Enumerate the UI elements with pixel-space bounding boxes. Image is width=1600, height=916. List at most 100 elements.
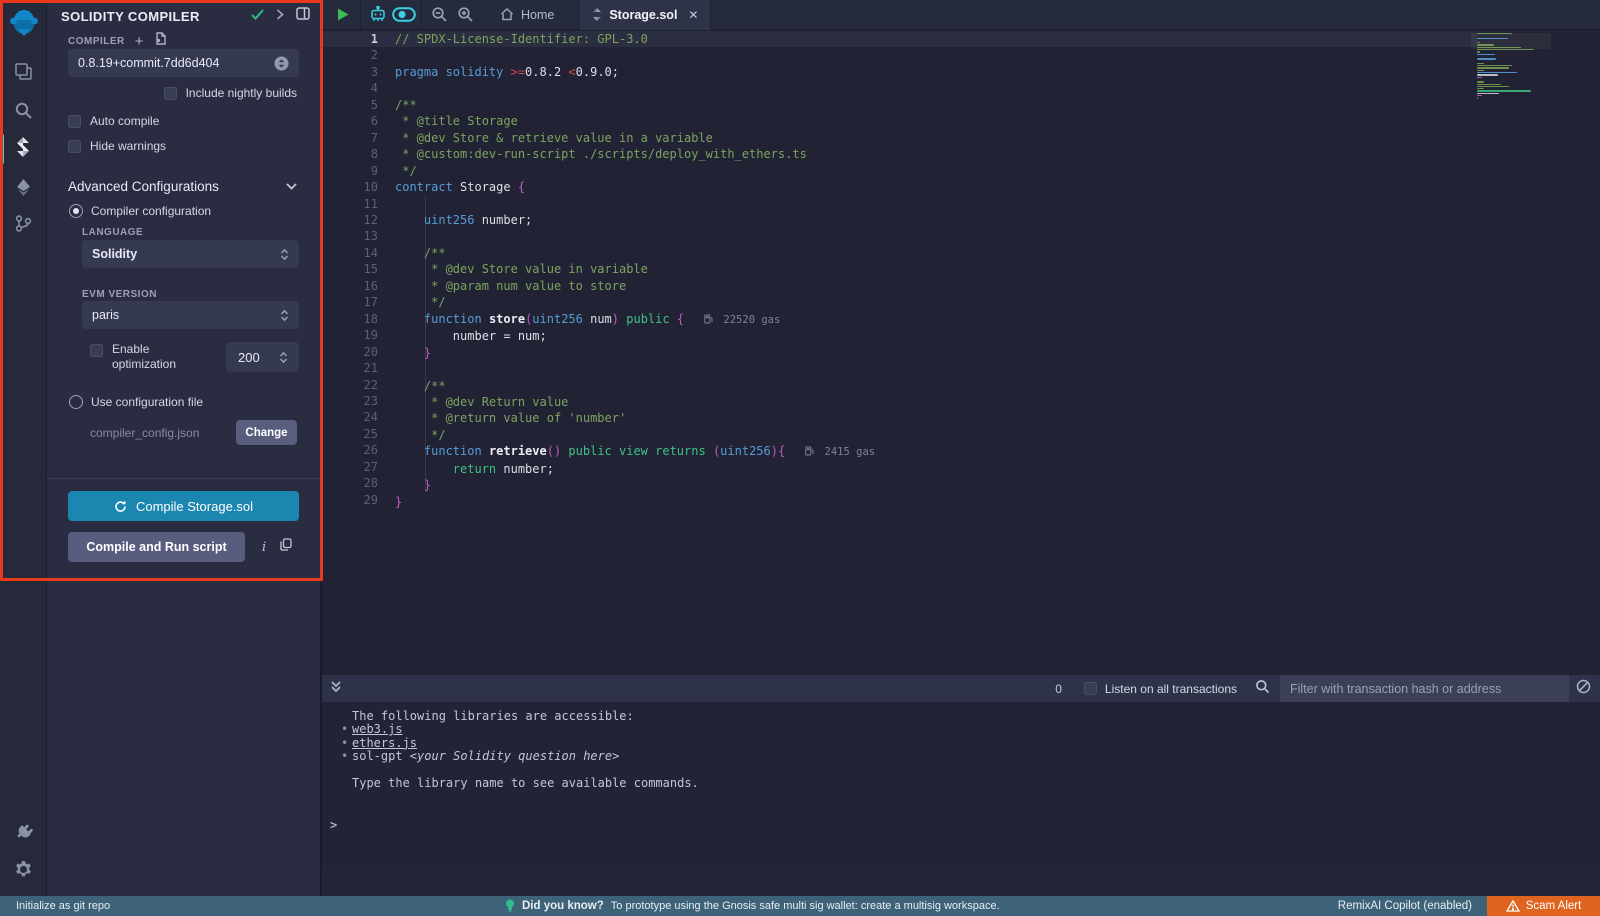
close-tab-icon[interactable]: ✕ — [688, 8, 698, 22]
minimap-line — [1477, 90, 1531, 91]
config-file-name: compiler_config.json — [90, 426, 236, 440]
copy-icon[interactable] — [280, 538, 292, 556]
terminal-line — [341, 764, 699, 777]
compiler-version-select[interactable]: 0.8.19+commit.7dd6d404 — [68, 49, 299, 77]
code-line: * @dev Store value in variable — [395, 261, 875, 277]
ai-copilot-robot-icon[interactable] — [365, 0, 391, 30]
solidity-compiler-icon[interactable] — [12, 136, 34, 158]
git-icon[interactable] — [12, 212, 34, 234]
minimap-line — [1477, 74, 1498, 75]
collapse-terminal-icon[interactable] — [330, 680, 342, 698]
code-editor[interactable]: 1234567891011121314151617181920212223242… — [322, 30, 1600, 705]
pin-panel-chevron-icon[interactable] — [276, 7, 284, 25]
use-config-file-radio[interactable] — [69, 395, 83, 409]
terminal-prompt[interactable]: > — [330, 818, 337, 832]
line-number: 4 — [322, 80, 378, 96]
remix-logo-icon[interactable] — [7, 6, 41, 40]
transaction-filter-input[interactable] — [1280, 675, 1569, 702]
warning-triangle-icon — [1506, 900, 1520, 912]
remix-ide-window: SOLIDITY COMPILER COMPILER + — [0, 0, 1600, 916]
run-script-play-button[interactable] — [330, 0, 356, 30]
code-line: * @return value of 'number' — [395, 410, 875, 426]
code-line: contract Storage { — [395, 179, 875, 195]
change-config-button[interactable]: Change — [236, 420, 297, 445]
git-init-status[interactable]: Initialize as git repo — [16, 896, 110, 916]
deploy-and-run-icon[interactable] — [12, 176, 34, 198]
split-view-icon[interactable] — [296, 7, 310, 25]
compiler-configuration-label: Compiler configuration — [91, 204, 211, 218]
code-line — [395, 361, 875, 377]
tab-home-label: Home — [521, 8, 554, 22]
line-number: 20 — [322, 344, 378, 360]
auto-compile-checkbox[interactable] — [68, 115, 81, 128]
scam-alert-button[interactable]: Scam Alert — [1487, 896, 1600, 916]
terminal-output: The following libraries are accessible:•… — [341, 710, 699, 790]
line-number: 11 — [322, 196, 378, 212]
scam-alert-label: Scam Alert — [1526, 900, 1582, 912]
icon-rail — [0, 0, 47, 896]
compiler-configuration-radio[interactable] — [69, 204, 83, 218]
copilot-status[interactable]: RemixAI Copilot (enabled) — [1338, 896, 1472, 916]
language-label: LANGUAGE — [82, 227, 143, 238]
line-number: 23 — [322, 393, 378, 409]
terminal-search-icon[interactable] — [1255, 679, 1270, 699]
indent — [341, 777, 352, 790]
code-line: } — [395, 494, 875, 510]
open-compiler-file-icon[interactable] — [154, 32, 167, 50]
include-nightly-checkbox[interactable] — [164, 87, 177, 100]
language-select[interactable]: Solidity — [82, 240, 299, 268]
minimap-line — [1477, 54, 1495, 55]
refresh-icon — [114, 500, 127, 513]
code-line — [395, 196, 875, 212]
listen-all-transactions-checkbox[interactable] — [1084, 682, 1097, 695]
select-chevrons-icon — [280, 309, 289, 322]
settings-gear-icon[interactable] — [12, 858, 34, 880]
minimap-line — [1477, 67, 1509, 68]
code-line — [395, 228, 875, 244]
code-line: * @custom:dev-run-script ./scripts/deplo… — [395, 146, 875, 162]
terminal[interactable]: The following libraries are accessible:•… — [322, 702, 1600, 866]
evm-version-select[interactable]: paris — [82, 301, 299, 329]
line-number: 1 — [322, 31, 378, 47]
toolbar-separator — [360, 0, 361, 30]
terminal-link[interactable]: web3.js — [352, 722, 403, 736]
advanced-configurations-toggle[interactable]: Advanced Configurations — [68, 179, 297, 194]
line-number: 6 — [322, 113, 378, 129]
plugin-manager-icon[interactable] — [12, 820, 34, 842]
minimap-line — [1477, 65, 1512, 66]
file-explorer-icon[interactable] — [12, 60, 34, 82]
line-number: 15 — [322, 261, 378, 277]
zoom-out-icon[interactable] — [426, 0, 452, 30]
line-number: 2 — [322, 47, 378, 63]
line-number: 25 — [322, 426, 378, 442]
search-icon[interactable] — [12, 99, 34, 121]
code-line: } — [395, 477, 875, 493]
terminal-header: 0 Listen on all transactions — [322, 675, 1600, 702]
code-line — [395, 80, 875, 96]
minimap-line — [1477, 49, 1534, 50]
code-line: /** — [395, 378, 875, 394]
line-number-gutter: 1234567891011121314151617181920212223242… — [322, 31, 378, 508]
add-custom-compiler-icon[interactable]: + — [135, 33, 144, 50]
compile-button[interactable]: Compile Storage.sol — [68, 491, 299, 521]
optimization-runs-input[interactable] — [226, 342, 299, 372]
minimap-slider[interactable] — [1471, 33, 1551, 49]
minimap-line — [1477, 93, 1499, 94]
line-number: 9 — [322, 163, 378, 179]
zoom-in-icon[interactable] — [452, 0, 478, 30]
enable-optimization-checkbox[interactable] — [90, 344, 103, 357]
hide-warnings-checkbox[interactable] — [68, 140, 81, 153]
terminal-line: •ethers.js — [341, 737, 699, 750]
compiler-version-value: 0.8.19+commit.7dd6d404 — [78, 56, 274, 70]
copilot-toggle[interactable] — [391, 0, 417, 30]
indent — [341, 764, 352, 777]
info-icon[interactable]: i — [262, 540, 266, 555]
code-line — [395, 47, 875, 63]
terminal-link[interactable]: ethers.js — [352, 736, 417, 750]
lightbulb-icon — [505, 899, 515, 913]
clear-terminal-icon[interactable] — [1576, 679, 1591, 699]
compile-and-run-button[interactable]: Compile and Run script — [68, 532, 245, 562]
tab-home[interactable]: Home — [488, 0, 566, 30]
tab-storage-sol[interactable]: Storage.sol ✕ — [580, 0, 711, 30]
editor-minimap[interactable] — [1477, 33, 1545, 100]
